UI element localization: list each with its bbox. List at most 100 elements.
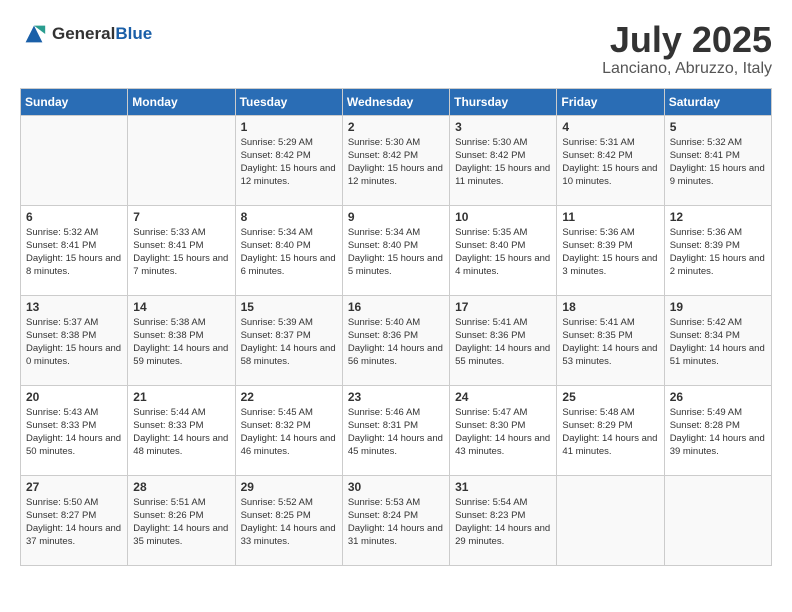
day-number: 30	[348, 480, 444, 494]
calendar-cell: 30 Sunrise: 5:53 AMSunset: 8:24 PMDayligh…	[342, 475, 449, 565]
cell-info: Sunrise: 5:48 AMSunset: 8:29 PMDaylight:…	[562, 406, 658, 459]
logo: GeneralBlue	[20, 20, 152, 48]
calendar-cell: 26Sunrise: 5:49 AMSunset: 8:28 PMDayligh…	[664, 385, 771, 475]
calendar-cell: 28Sunrise: 5:51 AMSunset: 8:26 PMDayligh…	[128, 475, 235, 565]
calendar-cell	[128, 115, 235, 205]
day-number: 23	[348, 390, 444, 404]
day-number: 24	[455, 390, 551, 404]
calendar-cell: 19 Sunrise: 5:42 AMSunset: 8:34 PMDayligh…	[664, 295, 771, 385]
calendar-week-5: 27Sunrise: 5:50 AMSunset: 8:27 PMDayligh…	[21, 475, 772, 565]
cell-info: Sunrise: 5:44 AMSunset: 8:33 PMDaylight:…	[133, 406, 229, 459]
calendar-week-2: 6 Sunrise: 5:32 AMSunset: 8:41 PMDaylight…	[21, 205, 772, 295]
day-number: 7	[133, 210, 229, 224]
day-number: 21	[133, 390, 229, 404]
day-number: 22	[241, 390, 337, 404]
calendar-cell: 20Sunrise: 5:43 AMSunset: 8:33 PMDayligh…	[21, 385, 128, 475]
cell-info: Sunrise: 5:47 AMSunset: 8:30 PMDaylight:…	[455, 406, 551, 459]
calendar-cell: 16 Sunrise: 5:40 AMSunset: 8:36 PMDayligh…	[342, 295, 449, 385]
cell-info: Sunrise: 5:53 AMSunset: 8:24 PMDaylight:…	[348, 496, 444, 549]
calendar-cell: 31 Sunrise: 5:54 AMSunset: 8:23 PMDayligh…	[450, 475, 557, 565]
day-number: 4	[562, 120, 658, 134]
calendar-cell: 5 Sunrise: 5:32 AMSunset: 8:41 PMDaylight…	[664, 115, 771, 205]
calendar-cell	[664, 475, 771, 565]
cell-info: Sunrise: 5:40 AMSunset: 8:36 PMDaylight:…	[348, 316, 444, 369]
cell-info: Sunrise: 5:32 AMSunset: 8:41 PMDaylight:…	[26, 226, 122, 279]
calendar-cell	[21, 115, 128, 205]
cell-info: Sunrise: 5:37 AMSunset: 8:38 PMDaylight:…	[26, 316, 122, 369]
cell-info: Sunrise: 5:31 AMSunset: 8:42 PMDaylight:…	[562, 136, 658, 189]
cell-info: Sunrise: 5:32 AMSunset: 8:41 PMDaylight:…	[670, 136, 766, 189]
cell-info: Sunrise: 5:54 AMSunset: 8:23 PMDaylight:…	[455, 496, 551, 549]
day-number: 16	[348, 300, 444, 314]
cell-info: Sunrise: 5:34 AMSunset: 8:40 PMDaylight:…	[241, 226, 337, 279]
cell-info: Sunrise: 5:30 AMSunset: 8:42 PMDaylight:…	[455, 136, 551, 189]
calendar-cell: 23Sunrise: 5:46 AMSunset: 8:31 PMDayligh…	[342, 385, 449, 475]
calendar-cell: 11 Sunrise: 5:36 AMSunset: 8:39 PMDayligh…	[557, 205, 664, 295]
calendar-cell	[557, 475, 664, 565]
calendar-cell: 7 Sunrise: 5:33 AMSunset: 8:41 PMDaylight…	[128, 205, 235, 295]
weekday-tuesday: Tuesday	[235, 88, 342, 115]
day-number: 31	[455, 480, 551, 494]
month-title: July 2025	[602, 20, 772, 60]
calendar-cell: 27Sunrise: 5:50 AMSunset: 8:27 PMDayligh…	[21, 475, 128, 565]
calendar-week-4: 20Sunrise: 5:43 AMSunset: 8:33 PMDayligh…	[21, 385, 772, 475]
cell-info: Sunrise: 5:42 AMSunset: 8:34 PMDaylight:…	[670, 316, 766, 369]
day-number: 8	[241, 210, 337, 224]
day-number: 10	[455, 210, 551, 224]
calendar-table: SundayMondayTuesdayWednesdayThursdayFrid…	[20, 88, 772, 566]
weekday-thursday: Thursday	[450, 88, 557, 115]
cell-info: Sunrise: 5:51 AMSunset: 8:26 PMDaylight:…	[133, 496, 229, 549]
calendar-cell: 21 Sunrise: 5:44 AMSunset: 8:33 PMDayligh…	[128, 385, 235, 475]
cell-info: Sunrise: 5:36 AMSunset: 8:39 PMDaylight:…	[562, 226, 658, 279]
calendar-cell: 4 Sunrise: 5:31 AMSunset: 8:42 PMDaylight…	[557, 115, 664, 205]
calendar-cell: 1Sunrise: 5:29 AMSunset: 8:42 PMDaylight…	[235, 115, 342, 205]
day-number: 17	[455, 300, 551, 314]
weekday-wednesday: Wednesday	[342, 88, 449, 115]
day-number: 15	[241, 300, 337, 314]
day-number: 2	[348, 120, 444, 134]
day-number: 6	[26, 210, 122, 224]
calendar-cell: 13 Sunrise: 5:37 AMSunset: 8:38 PMDayligh…	[21, 295, 128, 385]
cell-info: Sunrise: 5:38 AMSunset: 8:38 PMDaylight:…	[133, 316, 229, 369]
weekday-monday: Monday	[128, 88, 235, 115]
day-number: 25	[562, 390, 658, 404]
calendar-cell: 9 Sunrise: 5:34 AMSunset: 8:40 PMDaylight…	[342, 205, 449, 295]
calendar-cell: 12 Sunrise: 5:36 AMSunset: 8:39 PMDayligh…	[664, 205, 771, 295]
calendar-cell: 6 Sunrise: 5:32 AMSunset: 8:41 PMDaylight…	[21, 205, 128, 295]
calendar-week-3: 13 Sunrise: 5:37 AMSunset: 8:38 PMDayligh…	[21, 295, 772, 385]
cell-info: Sunrise: 5:43 AMSunset: 8:33 PMDaylight:…	[26, 406, 122, 459]
calendar-week-1: 1Sunrise: 5:29 AMSunset: 8:42 PMDaylight…	[21, 115, 772, 205]
day-number: 1	[241, 120, 337, 134]
title-block: July 2025 Lanciano, Abruzzo, Italy	[602, 20, 772, 78]
day-number: 11	[562, 210, 658, 224]
day-number: 9	[348, 210, 444, 224]
cell-info: Sunrise: 5:33 AMSunset: 8:41 PMDaylight:…	[133, 226, 229, 279]
day-number: 12	[670, 210, 766, 224]
day-number: 19	[670, 300, 766, 314]
weekday-sunday: Sunday	[21, 88, 128, 115]
day-number: 3	[455, 120, 551, 134]
day-number: 13	[26, 300, 122, 314]
cell-info: Sunrise: 5:34 AMSunset: 8:40 PMDaylight:…	[348, 226, 444, 279]
day-number: 5	[670, 120, 766, 134]
calendar-cell: 22Sunrise: 5:45 AMSunset: 8:32 PMDayligh…	[235, 385, 342, 475]
calendar-cell: 25 Sunrise: 5:48 AMSunset: 8:29 PMDayligh…	[557, 385, 664, 475]
calendar-cell: 15Sunrise: 5:39 AMSunset: 8:37 PMDayligh…	[235, 295, 342, 385]
cell-info: Sunrise: 5:52 AMSunset: 8:25 PMDaylight:…	[241, 496, 337, 549]
cell-info: Sunrise: 5:36 AMSunset: 8:39 PMDaylight:…	[670, 226, 766, 279]
calendar-cell: 17Sunrise: 5:41 AMSunset: 8:36 PMDayligh…	[450, 295, 557, 385]
weekday-saturday: Saturday	[664, 88, 771, 115]
calendar-cell: 24 Sunrise: 5:47 AMSunset: 8:30 PMDayligh…	[450, 385, 557, 475]
logo-icon	[20, 20, 48, 48]
calendar-cell: 18Sunrise: 5:41 AMSunset: 8:35 PMDayligh…	[557, 295, 664, 385]
weekday-header-row: SundayMondayTuesdayWednesdayThursdayFrid…	[21, 88, 772, 115]
calendar-cell: 3 Sunrise: 5:30 AMSunset: 8:42 PMDaylight…	[450, 115, 557, 205]
day-number: 29	[241, 480, 337, 494]
logo-text: GeneralBlue	[52, 24, 152, 44]
day-number: 26	[670, 390, 766, 404]
calendar-cell: 2 Sunrise: 5:30 AMSunset: 8:42 PMDaylight…	[342, 115, 449, 205]
cell-info: Sunrise: 5:30 AMSunset: 8:42 PMDaylight:…	[348, 136, 444, 189]
cell-info: Sunrise: 5:50 AMSunset: 8:27 PMDaylight:…	[26, 496, 122, 549]
location-title: Lanciano, Abruzzo, Italy	[602, 60, 772, 78]
page-header: GeneralBlue July 2025 Lanciano, Abruzzo,…	[20, 20, 772, 78]
